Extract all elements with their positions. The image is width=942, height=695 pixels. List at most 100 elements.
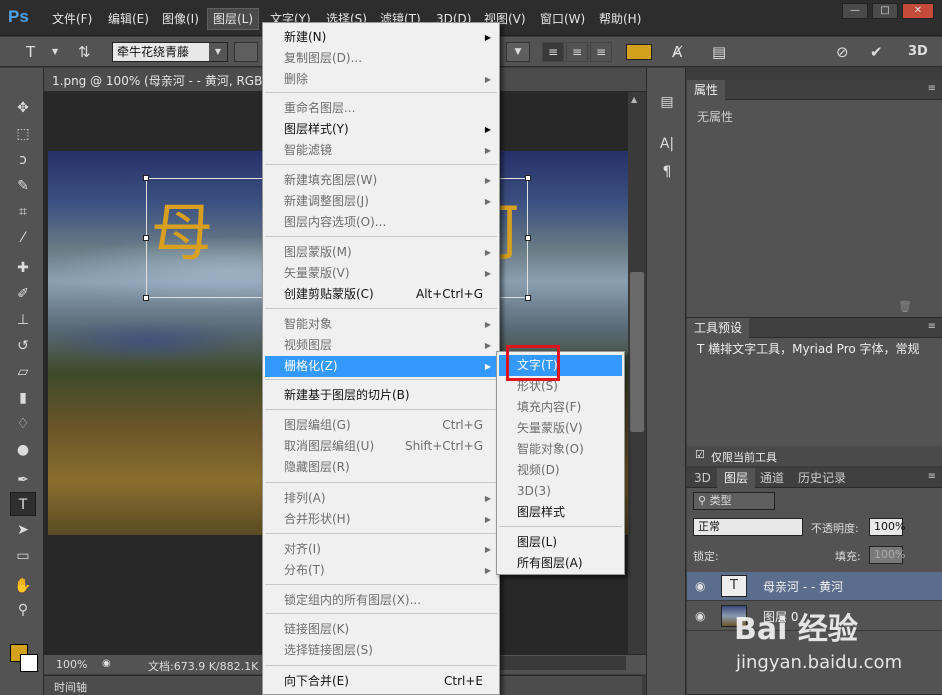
layer-row[interactable]: ◉ T 母亲河 - - 黄河 bbox=[687, 572, 942, 601]
menu-image[interactable]: 图像(I) bbox=[160, 10, 201, 28]
blend-mode-select[interactable]: 正常 bbox=[693, 518, 803, 536]
align-right-button[interactable]: ≡ bbox=[590, 42, 612, 62]
layer-menu-item-a-19[interactable]: 排列(A) ▶ bbox=[265, 488, 497, 509]
3d-text-button[interactable]: 3D bbox=[908, 43, 928, 61]
transform-handle[interactable] bbox=[143, 235, 149, 241]
transform-handle[interactable] bbox=[525, 175, 531, 181]
hand-tool-icon[interactable]: ✋ bbox=[10, 574, 36, 598]
tab-3d[interactable]: 3D bbox=[687, 468, 718, 488]
layer-menu-item-o-8[interactable]: 图层内容选项(O)... bbox=[265, 212, 497, 233]
vertical-scrollbar[interactable]: ▲ bbox=[628, 92, 646, 654]
rectangle-tool-icon[interactable]: ▭ bbox=[10, 544, 36, 568]
align-left-button[interactable]: ≡ bbox=[542, 42, 564, 62]
layer-menu-item-z-14[interactable]: 栅格化(Z) ▶ bbox=[265, 356, 497, 377]
fill-input[interactable]: 100% bbox=[869, 546, 905, 564]
lasso-tool-icon[interactable]: ↄ bbox=[10, 148, 36, 172]
rasterize-menu-item-3d-3-6[interactable]: 3D(3) bbox=[499, 481, 622, 502]
layer-menu-item-e-26[interactable]: 向下合并(E) Ctrl+E bbox=[265, 671, 497, 692]
menu-layer[interactable]: 图层(L) bbox=[207, 8, 260, 30]
character-panel-icon[interactable]: A| bbox=[657, 134, 677, 154]
transform-handle[interactable] bbox=[525, 235, 531, 241]
minimize-button[interactable]: — bbox=[842, 3, 868, 19]
menu-file[interactable]: 文件(F) bbox=[50, 10, 94, 28]
menu-help[interactable]: 帮助(H) bbox=[597, 10, 643, 28]
tab-channels[interactable]: 通道 bbox=[753, 468, 791, 488]
rasterize-menu-item-v-3[interactable]: 矢量蒙版(V) bbox=[499, 418, 622, 439]
maximize-button[interactable]: □ bbox=[872, 3, 898, 19]
background-color-swatch[interactable] bbox=[20, 654, 38, 672]
layer-menu-item-n-0[interactable]: 新建(N) ▶ bbox=[265, 27, 497, 48]
eyedropper-tool-icon[interactable]: ⁄ bbox=[10, 226, 36, 250]
font-style-select[interactable] bbox=[234, 42, 258, 62]
toggle-text-orientation-icon[interactable]: ⇅ bbox=[78, 43, 91, 61]
layer-menu-item-y-4[interactable]: 图层样式(Y) ▶ bbox=[265, 119, 497, 140]
font-family-select[interactable]: 牵牛花绕青藤 ▼ bbox=[112, 42, 228, 62]
transform-handle[interactable] bbox=[143, 295, 149, 301]
layer-menu-item-item-12[interactable]: 智能对象 ▶ bbox=[265, 314, 497, 335]
scrollbar-thumb[interactable] bbox=[630, 272, 644, 432]
clone-stamp-tool-icon[interactable]: ⊥ bbox=[10, 308, 36, 332]
layer-filter-select[interactable]: ⚲ 类型 bbox=[693, 492, 775, 510]
character-panel-icon[interactable]: ▤ bbox=[712, 43, 726, 61]
tool-preset-item[interactable]: T 横排文字工具，Myriad Pro 字体，常规 bbox=[687, 338, 942, 360]
visibility-eye-icon[interactable]: ◉ bbox=[695, 579, 705, 593]
visibility-eye-icon[interactable]: ◉ bbox=[695, 609, 705, 623]
panel-menu-icon[interactable]: ≡ bbox=[928, 83, 936, 94]
history-brush-tool-icon[interactable]: ↺ bbox=[10, 334, 36, 358]
tab-history[interactable]: 历史记录 bbox=[791, 468, 853, 488]
brush-tool-icon[interactable]: ✐ bbox=[10, 282, 36, 306]
paragraph-panel-icon[interactable]: ¶ bbox=[657, 162, 677, 182]
crop-tool-icon[interactable]: ⌗ bbox=[10, 200, 36, 224]
dodge-tool-icon[interactable]: ● bbox=[10, 438, 36, 462]
rasterize-menu-item-item-7[interactable]: 图层样式 bbox=[499, 502, 622, 523]
rasterize-menu-item-o-4[interactable]: 智能对象(O) bbox=[499, 439, 622, 460]
tool-presets-tab[interactable]: 工具预设 bbox=[687, 318, 750, 338]
zoom-tool-icon[interactable]: ⚲ bbox=[10, 598, 36, 622]
blur-tool-icon[interactable]: ♢ bbox=[10, 412, 36, 436]
history-panel-icon[interactable]: ▤ bbox=[657, 92, 677, 112]
layer-menu-item-d-1[interactable]: 复制图层(D)... bbox=[265, 48, 497, 69]
transform-handle[interactable] bbox=[143, 175, 149, 181]
layer-menu-item-m-9[interactable]: 图层蒙版(M) ▶ bbox=[265, 242, 497, 263]
layer-menu-item-c-11[interactable]: 创建剪贴蒙版(C) Alt+Ctrl+G bbox=[265, 284, 497, 305]
cancel-edit-icon[interactable]: ⊘ bbox=[836, 43, 849, 61]
align-center-button[interactable]: ≡ bbox=[566, 42, 588, 62]
rasterize-menu-item-f-2[interactable]: 填充内容(F) bbox=[499, 397, 622, 418]
font-size-dropdown[interactable]: ▼ bbox=[506, 42, 530, 62]
opacity-input[interactable]: 100% bbox=[869, 518, 905, 536]
type-tool-icon[interactable]: T bbox=[10, 492, 36, 516]
zoom-level[interactable]: 100% bbox=[56, 658, 87, 671]
move-tool-icon[interactable]: ✥ bbox=[10, 96, 36, 120]
rasterize-menu-item-a-9[interactable]: 所有图层(A) bbox=[499, 553, 622, 574]
layer-menu-item-item-3[interactable]: 重命名图层... bbox=[265, 98, 497, 119]
layer-menu-item-j-7[interactable]: 新建调整图层(J) ▶ bbox=[265, 191, 497, 212]
path-selection-tool-icon[interactable]: ➤ bbox=[10, 518, 36, 542]
layer-menu-item-item-13[interactable]: 视频图层 ▶ bbox=[265, 335, 497, 356]
layer-menu-item-item-2[interactable]: 删除 ▶ bbox=[265, 69, 497, 90]
layer-menu-item-k-24[interactable]: 链接图层(K) bbox=[265, 619, 497, 640]
menu-edit[interactable]: 编辑(E) bbox=[106, 10, 151, 28]
layer-menu-item-h-20[interactable]: 合并形状(H) ▶ bbox=[265, 509, 497, 530]
menu-window[interactable]: 窗口(W) bbox=[538, 10, 587, 28]
commit-edit-icon[interactable]: ✔ bbox=[870, 43, 883, 61]
warp-text-icon[interactable]: Ⱥ bbox=[672, 43, 682, 61]
layer-menu-item-s-25[interactable]: 选择链接图层(S) bbox=[265, 640, 497, 661]
checkbox-checked-icon[interactable]: ☑ bbox=[695, 448, 705, 461]
layer-menu-item-t-22[interactable]: 分布(T) ▶ bbox=[265, 560, 497, 581]
layer-menu-item-item-5[interactable]: 智能滤镜 ▶ bbox=[265, 140, 497, 161]
gradient-tool-icon[interactable]: ▮ bbox=[10, 386, 36, 410]
layer-menu-item-b-15[interactable]: 新建基于图层的切片(B) bbox=[265, 385, 497, 406]
properties-tab[interactable]: 属性 bbox=[687, 80, 726, 100]
text-tool-preset-icon[interactable]: T bbox=[26, 43, 35, 61]
panel-menu-icon[interactable]: ≡ bbox=[928, 321, 936, 332]
layer-menu-item-x-23[interactable]: 锁定组内的所有图层(X)... bbox=[265, 590, 497, 611]
healing-brush-tool-icon[interactable]: ✚ bbox=[10, 256, 36, 280]
layer-menu-item-v-10[interactable]: 矢量蒙版(V) ▶ bbox=[265, 263, 497, 284]
rasterize-menu-item-d-5[interactable]: 视频(D) bbox=[499, 460, 622, 481]
quick-select-tool-icon[interactable]: ✎ bbox=[10, 174, 36, 198]
scroll-up-icon[interactable]: ▲ bbox=[631, 95, 637, 104]
layer-menu-item-u-17[interactable]: 取消图层编组(U) Shift+Ctrl+G bbox=[265, 436, 497, 457]
status-menu-icon[interactable]: ◉ bbox=[102, 658, 111, 669]
trash-icon[interactable]: 🗑 bbox=[898, 300, 912, 313]
text-color-swatch[interactable] bbox=[626, 44, 652, 60]
